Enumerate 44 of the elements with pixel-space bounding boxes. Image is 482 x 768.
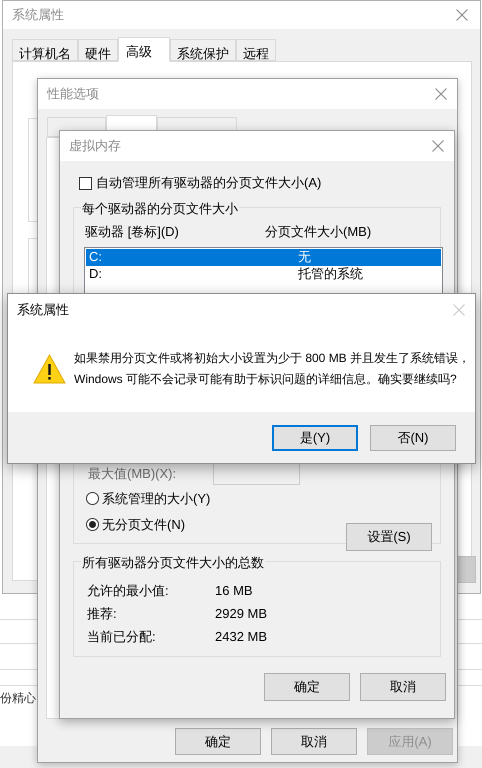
field-label: 允许的最小值:: [87, 582, 170, 600]
tab[interactable]: 硬件: [78, 39, 118, 61]
tab[interactable]: 系统保护: [170, 39, 236, 61]
tab[interactable]: 计算机名: [12, 39, 78, 61]
field-value: 16 MB: [215, 582, 253, 600]
radio-button[interactable]: [86, 492, 99, 505]
close-icon[interactable]: [435, 88, 447, 100]
window-title: 虚拟内存: [69, 137, 121, 156]
button[interactable]: 取消: [271, 728, 357, 755]
window-title: 性能选项: [47, 85, 99, 104]
field-label: 推荐:: [87, 604, 118, 623]
window-title: 系统属性: [12, 6, 64, 24]
close-icon[interactable]: [456, 9, 468, 21]
message-text: 如果禁用分页文件或将初始大小设置为少于 800 MB 并且发生了系统错误， Windows 可能不会记录可能有助于标识问题的详细信息。确实要继续吗?: [74, 350, 470, 388]
window-title: 系统属性: [17, 301, 69, 320]
settings-button[interactable]: 设置(S): [346, 522, 432, 550]
button[interactable]: 否(N): [370, 424, 456, 450]
column-header: 分页文件大小(MB): [265, 223, 372, 241]
field-label: 当前已分配:: [87, 628, 157, 646]
column-header: 驱动器 [卷标](D): [85, 223, 180, 241]
button[interactable]: 确定: [264, 673, 350, 701]
field-label: 最大值(MB)(X):: [88, 464, 178, 483]
checkbox[interactable]: [79, 176, 92, 190]
button[interactable]: 确定: [175, 728, 261, 755]
page-file-size: 无: [298, 248, 311, 266]
tab[interactable]: 远程: [236, 39, 276, 61]
close-icon[interactable]: [432, 140, 444, 152]
page-text: 份精心: [0, 690, 37, 707]
warning-icon: [33, 354, 66, 384]
tab[interactable]: 高级: [118, 37, 170, 62]
button[interactable]: [456, 556, 476, 583]
list-row[interactable]: C: 无: [86, 248, 441, 266]
button[interactable]: 取消: [360, 673, 446, 701]
radio-label[interactable]: 系统管理的大小(Y): [102, 488, 210, 508]
checkbox-label[interactable]: 自动管理所有驱动器的分页文件大小(A): [96, 173, 322, 193]
drive-name: D:: [88, 265, 103, 284]
button[interactable]: 是(Y): [272, 424, 358, 450]
field-value: 2432 MB: [215, 628, 268, 646]
field-value: 2929 MB: [215, 604, 268, 623]
radio-label[interactable]: 无分页文件(N): [102, 514, 186, 534]
drive-name: C:: [88, 248, 103, 266]
page-file-size: 托管的系统: [298, 265, 363, 284]
radio-button[interactable]: [86, 518, 99, 531]
list-row[interactable]: D: 托管的系统: [86, 266, 441, 282]
